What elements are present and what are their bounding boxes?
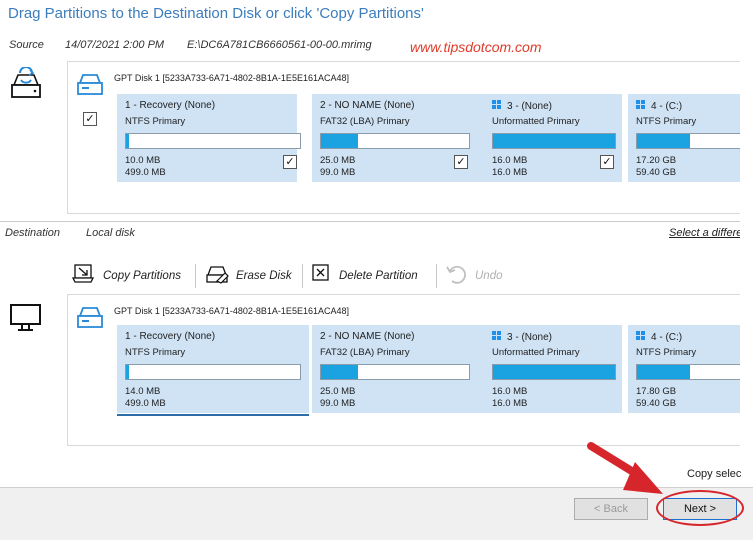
- source-disk-checkbox[interactable]: ✓: [83, 112, 97, 126]
- source-path: E:\DC6A781CB6660561-00-00.mrimg: [187, 39, 372, 51]
- hard-drive-icon: [77, 307, 103, 328]
- windows-icon: [492, 331, 502, 341]
- dest-partition-2[interactable]: 2 - NO NAME (None) FAT32 (LBA) Primary 2…: [312, 325, 492, 413]
- used-size: 17.80 GB: [636, 386, 677, 397]
- dest-partition-4[interactable]: 4 - (C:) NTFS Primary 17.80 GB 59.40 GB: [628, 325, 753, 413]
- usage-bar: [636, 133, 753, 149]
- usage-fill: [637, 134, 691, 148]
- delete-partition-icon: [312, 264, 329, 281]
- source-label: Source: [9, 39, 44, 51]
- partition-name: 4 - (C:): [636, 331, 682, 343]
- usage-fill: [637, 365, 691, 379]
- hard-drive-icon: [77, 74, 103, 95]
- usage-fill: [493, 365, 615, 379]
- usage-fill: [321, 134, 358, 148]
- usage-fill: [126, 134, 130, 148]
- partition-type: NTFS Primary: [636, 116, 697, 127]
- total-size: 16.0 MB: [492, 167, 528, 178]
- copy-partitions-button[interactable]: Copy Partitions: [70, 262, 188, 288]
- erase-disk-icon: [206, 266, 229, 284]
- usage-bar: [492, 133, 616, 149]
- source-partition-4[interactable]: 4 - (C:) NTFS Primary 17.20 GB 59.40 GB: [628, 94, 753, 182]
- total-size: 499.0 MB: [125, 167, 166, 178]
- partition-type: NTFS Primary: [125, 116, 186, 127]
- destination-disk: Local disk: [86, 227, 135, 239]
- total-size: 59.40 GB: [636, 398, 677, 409]
- used-size: 25.0 MB: [320, 386, 356, 397]
- partition-type: NTFS Primary: [636, 347, 697, 358]
- source-disk-panel: GPT Disk 1 [5233A733-6A71-4802-8B1A-1E5E…: [67, 61, 753, 214]
- dest-partition-3[interactable]: 3 - (None) Unformatted Primary 16.0 MB 1…: [484, 325, 622, 413]
- toolbar-separator: [436, 264, 437, 288]
- total-size: 499.0 MB: [125, 398, 166, 409]
- usage-bar: [320, 133, 470, 149]
- partition-name: 3 - (None): [492, 331, 552, 343]
- dest-partition-1[interactable]: 1 - Recovery (None) NTFS Primary 14.0 MB…: [117, 325, 309, 413]
- delete-partition-button[interactable]: Delete Partition: [311, 262, 431, 288]
- source-partition-2[interactable]: 2 - NO NAME (None) FAT32 (LBA) Primary 2…: [312, 94, 492, 182]
- total-size: 16.0 MB: [492, 398, 528, 409]
- source-disk-header: GPT Disk 1 [5233A733-6A71-4802-8B1A-1E5E…: [114, 73, 349, 83]
- partition-type: FAT32 (LBA) Primary: [320, 347, 410, 358]
- partition-checkbox[interactable]: ✓: [283, 155, 297, 169]
- partition-name: 2 - NO NAME (None): [320, 100, 415, 111]
- source-date: 14/07/2021 2:00 PM: [65, 39, 165, 51]
- page-title: Drag Partitions to the Destination Disk …: [8, 5, 424, 22]
- undo-icon: [446, 265, 466, 284]
- windows-icon: [492, 100, 502, 110]
- total-size: 99.0 MB: [320, 398, 356, 409]
- usage-bar: [125, 133, 301, 149]
- destination-label: Destination: [5, 227, 61, 239]
- used-size: 14.0 MB: [125, 386, 161, 397]
- watermark: www.tipsdotcom.com: [410, 39, 542, 55]
- selected-partition-indicator: [117, 414, 309, 416]
- used-size: 10.0 MB: [125, 155, 161, 166]
- total-size: 59.40 GB: [636, 167, 677, 178]
- used-size: 17.20 GB: [636, 155, 677, 166]
- red-arrow-icon: [587, 442, 663, 494]
- used-size: 25.0 MB: [320, 155, 356, 166]
- source-partition-1[interactable]: 1 - Recovery (None) NTFS Primary 10.0 MB…: [117, 94, 301, 182]
- partition-checkbox[interactable]: ✓: [454, 155, 468, 169]
- partition-type: FAT32 (LBA) Primary: [320, 116, 410, 127]
- partition-name: 1 - Recovery (None): [125, 100, 216, 111]
- toolbar-separator: [302, 264, 303, 288]
- disk-image-icon: [11, 67, 41, 98]
- back-button[interactable]: < Back: [574, 498, 648, 520]
- total-size: 99.0 MB: [320, 167, 356, 178]
- usage-fill: [321, 365, 358, 379]
- partition-type: Unformatted Primary: [492, 116, 580, 127]
- partition-name: 1 - Recovery (None): [125, 331, 216, 342]
- source-partition-3[interactable]: 3 - (None) Unformatted Primary 16.0 MB 1…: [484, 94, 622, 182]
- partition-type: NTFS Primary: [125, 347, 186, 358]
- partition-type: Unformatted Primary: [492, 347, 580, 358]
- erase-disk-button[interactable]: Erase Disk: [205, 262, 297, 288]
- partition-name: 3 - (None): [492, 100, 552, 112]
- destination-disk-panel: GPT Disk 1 [5233A733-6A71-4802-8B1A-1E5E…: [67, 294, 753, 446]
- copy-partitions-icon: [72, 264, 94, 283]
- partition-name: 2 - NO NAME (None): [320, 331, 415, 342]
- copy-selected-label: Copy selec: [687, 468, 742, 480]
- usage-bar: [492, 364, 616, 380]
- toolbar-separator: [195, 264, 196, 288]
- partition-checkbox[interactable]: ✓: [600, 155, 614, 169]
- windows-icon: [636, 331, 646, 341]
- section-divider: [0, 221, 753, 222]
- windows-icon: [636, 100, 646, 110]
- usage-bar: [125, 364, 301, 380]
- partition-name: 4 - (C:): [636, 100, 682, 112]
- window-edge: [740, 0, 753, 487]
- usage-bar: [320, 364, 470, 380]
- destination-disk-header: GPT Disk 1 [5233A733-6A71-4802-8B1A-1E5E…: [114, 306, 349, 316]
- used-size: 16.0 MB: [492, 386, 528, 397]
- used-size: 16.0 MB: [492, 155, 528, 166]
- monitor-icon: [10, 304, 41, 331]
- usage-fill: [493, 134, 615, 148]
- usage-bar: [636, 364, 753, 380]
- usage-fill: [126, 365, 130, 379]
- undo-button[interactable]: Undo: [444, 262, 514, 288]
